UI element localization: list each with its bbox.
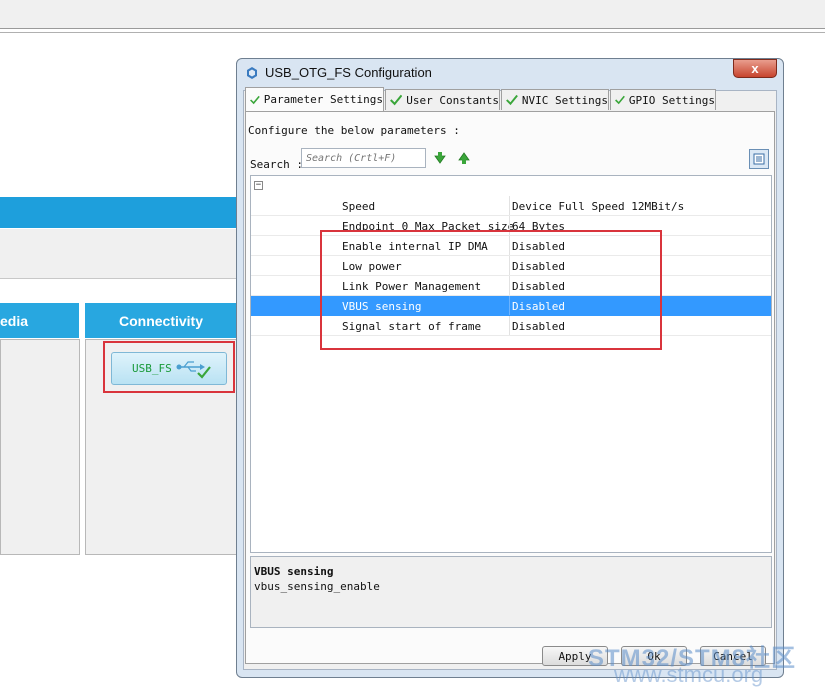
parameter-name: Low power [342, 260, 402, 273]
check-icon [506, 94, 518, 106]
tab-gpio-settings[interactable]: GPIO Settings [610, 89, 716, 110]
background-toolbar [0, 0, 825, 29]
search-next-arrow-icon[interactable] [433, 151, 447, 165]
background-section-header [0, 197, 237, 228]
description-text: vbus_sensing_enable [254, 580, 380, 593]
background-divider [0, 32, 825, 33]
collapse-toggle-icon[interactable]: − [254, 181, 263, 190]
search-label: Search : [250, 158, 303, 171]
check-icon [250, 95, 260, 104]
parameter-name: VBUS sensing [342, 300, 422, 313]
dialog-title: USB_OTG_FS Configuration [265, 65, 432, 80]
configuration-dialog: USB_OTG_FS Configuration x Parameter Set… [236, 58, 784, 678]
check-icon [615, 95, 625, 105]
parameter-row[interactable]: Signal start of frame Disabled [251, 316, 771, 336]
list-view-toggle-button[interactable] [749, 149, 769, 169]
parameter-name: Endpoint 0 Max Packet size [342, 220, 515, 233]
category-panel-multimedia [0, 339, 80, 555]
parameter-row[interactable]: Endpoint 0 Max Packet size 64 Bytes [251, 216, 771, 236]
tab-label: User Constants [406, 93, 499, 107]
description-panel: VBUS sensing vbus_sensing_enable [250, 556, 772, 628]
watermark-url: www.stmcu.org [614, 662, 764, 687]
category-header-connectivity[interactable]: Connectivity [85, 303, 237, 338]
tab-user-constants[interactable]: User Constants [385, 89, 500, 110]
parameter-value[interactable]: Disabled [512, 240, 565, 253]
category-header-multimedia[interactable]: edia [0, 303, 79, 338]
parameter-value[interactable]: Disabled [512, 300, 565, 313]
app-icon [247, 67, 257, 79]
category-label: Connectivity [118, 312, 203, 329]
parameter-value[interactable]: 64 Bytes [512, 220, 565, 233]
check-icon [390, 94, 403, 106]
parameter-name: Link Power Management [342, 280, 482, 293]
parameter-row[interactable]: Link Power Management Disabled [251, 276, 771, 296]
parameter-table: − Speed Device Full Speed 12MBit/s Endpo… [250, 175, 772, 553]
parameter-value[interactable]: Disabled [512, 280, 565, 293]
search-previous-arrow-icon[interactable] [457, 151, 471, 165]
apply-label: Apply [558, 649, 592, 663]
close-button[interactable]: x [733, 59, 777, 78]
background-section-body [0, 229, 237, 279]
usb-icon [176, 360, 211, 379]
tab-label: NVIC Settings [521, 93, 608, 107]
parameter-value[interactable]: Disabled [512, 320, 565, 333]
parameter-row[interactable]: Enable internal IP DMA Disabled [251, 236, 771, 256]
close-icon: x [751, 61, 759, 76]
description-title: VBUS sensing [254, 565, 334, 578]
parameter-row[interactable]: Low power Disabled [251, 256, 771, 276]
instruction-text: Configure the below parameters : [248, 124, 460, 137]
tab-parameter-settings[interactable]: Parameter Settings [245, 87, 384, 111]
tab-label: GPIO Settings [628, 93, 715, 107]
parameter-value[interactable]: Disabled [512, 260, 565, 273]
parameter-value[interactable]: Device Full Speed 12MBit/s [512, 200, 684, 213]
usb-fs-label: USB_FS [132, 362, 172, 375]
usb-fs-peripheral-button[interactable]: USB_FS [111, 352, 227, 385]
list-view-icon [753, 153, 765, 165]
parameter-row-selected[interactable]: VBUS sensing Disabled [251, 296, 771, 316]
tab-nvic-settings[interactable]: NVIC Settings [501, 89, 609, 110]
parameter-name: Signal start of frame [342, 320, 482, 333]
parameter-name: Speed [342, 200, 376, 213]
parameter-row[interactable]: Speed Device Full Speed 12MBit/s [251, 196, 771, 216]
tab-label: Parameter Settings [263, 93, 383, 106]
category-label: edia [0, 312, 29, 329]
search-input[interactable] [301, 148, 426, 168]
parameter-name: Enable internal IP DMA [342, 240, 488, 253]
